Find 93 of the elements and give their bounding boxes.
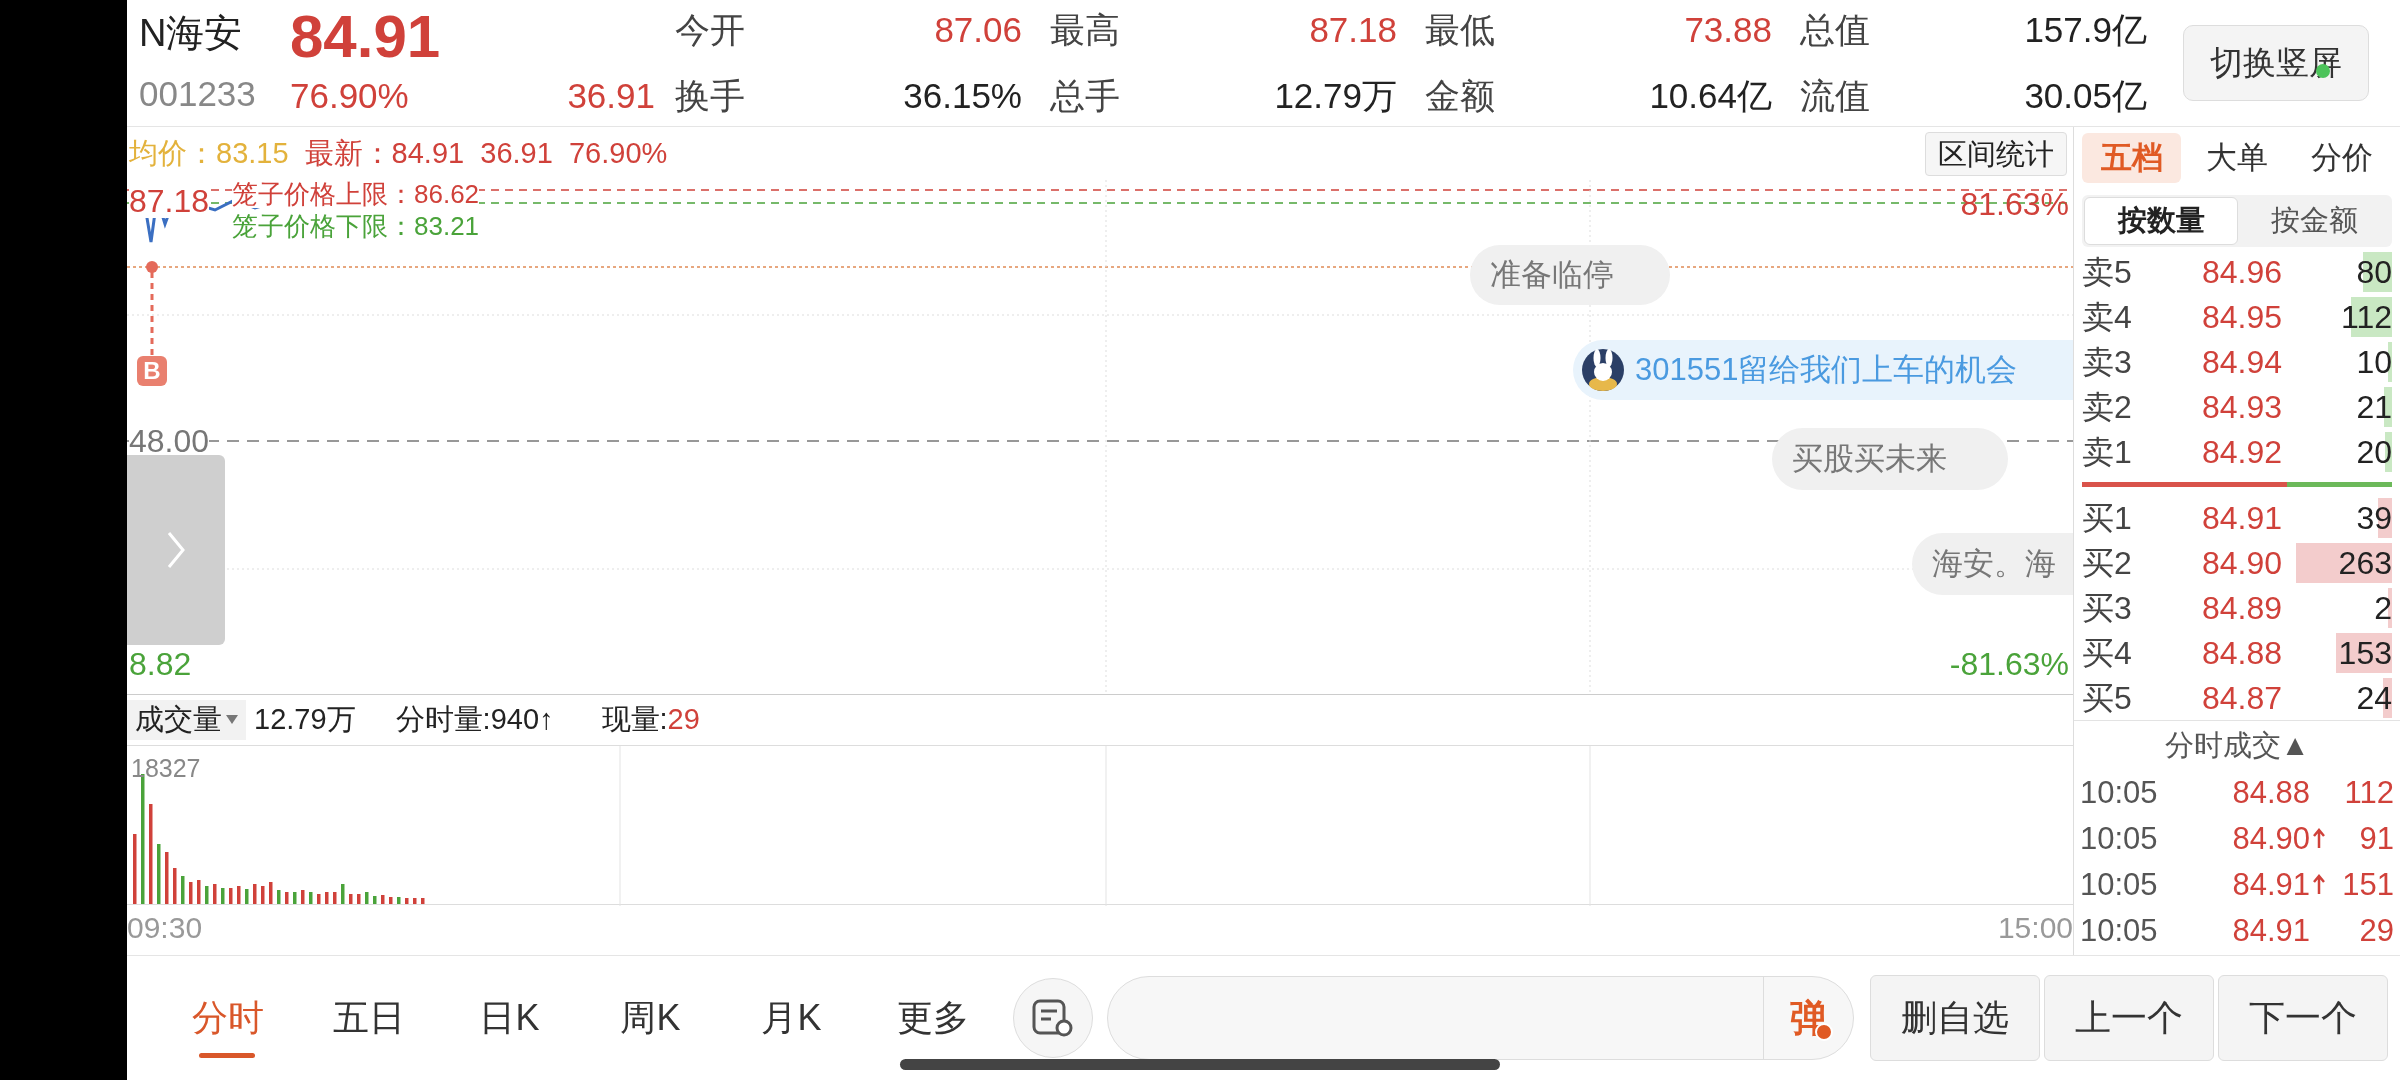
cage-lower-label: 笼子价格下限：83.21 (232, 210, 480, 243)
panel-subtab[interactable]: 按数量 (2084, 197, 2238, 245)
order-level-label: 买2 (2082, 543, 2133, 583)
trade-time: 10:05 (2080, 865, 2159, 904)
minute-volume: 分时量:940↑ (395, 702, 554, 738)
order-level-label: 卖4 (2082, 297, 2133, 337)
stat-label: 金额 (1424, 75, 1496, 117)
order-level-label: 卖3 (2082, 342, 2133, 382)
range-stats-button[interactable]: 区间统计 (1925, 131, 2067, 176)
current-price: 84.91 (290, 3, 442, 70)
order-price: 84.91 (2200, 498, 2282, 538)
comment-text: 准备临停 (1490, 255, 1614, 294)
chevron-right-icon (166, 530, 186, 570)
percent-axis-label: 81.63% (1960, 185, 2069, 224)
order-price: 84.95 (2200, 297, 2282, 337)
comment-text: 301551留给我们上车的机会 (1635, 350, 2018, 389)
stat-value: 36.15% (902, 75, 1023, 117)
trade-price: 84.88 (2231, 773, 2310, 812)
trade-quantity: 112 (2344, 773, 2394, 812)
trade-price: 84.91 (2231, 865, 2310, 904)
stock-name: N海安 (139, 11, 244, 57)
period-tab[interactable]: 周K (580, 978, 721, 1058)
trade-price: 84.90 (2231, 819, 2310, 858)
panel-tab[interactable]: 大单 (2187, 133, 2287, 183)
comment-text: 买股买未来 (1792, 439, 1947, 478)
order-price: 84.92 (2200, 432, 2282, 472)
comment-text: 海安。海 (1932, 544, 2056, 583)
order-price: 84.89 (2200, 588, 2282, 628)
stat-value: 157.9亿 (2023, 8, 2148, 51)
latest-price: 最新：84.91 36.91 76.90% (304, 135, 668, 171)
period-tab[interactable]: 更多 (862, 978, 1003, 1058)
order-price: 84.94 (2200, 342, 2282, 382)
nav-action-button[interactable]: 下一个 (2218, 975, 2388, 1061)
volume-total: 12.79万 (254, 702, 356, 738)
trade-quantity: 151 (2342, 865, 2394, 904)
nav-action-button[interactable]: 删自选 (1870, 975, 2040, 1061)
trade-price: 84.91 (2231, 911, 2310, 950)
time-axis-label: 09:30 (127, 910, 203, 946)
stat-value: 10.64亿 (1648, 75, 1773, 117)
order-level-label: 卖5 (2082, 252, 2133, 292)
trade-time: 10:05 (2080, 773, 2159, 812)
order-price: 84.96 (2200, 252, 2282, 292)
trade-quantity: 29 (2359, 911, 2394, 950)
order-price: 84.87 (2200, 678, 2282, 718)
price-axis-label: 87.18 (129, 184, 210, 218)
stat-label: 总值 (1799, 8, 1871, 51)
order-price: 84.90 (2200, 543, 2282, 583)
stat-label: 最低 (1424, 8, 1496, 51)
period-tab[interactable]: 月K (721, 978, 862, 1058)
cage-upper-label: 笼子价格上限：86.62 (232, 180, 480, 208)
stat-label: 总手 (1049, 75, 1121, 117)
order-price: 84.88 (2200, 633, 2282, 673)
volume-selector[interactable]: 成交量 (127, 700, 246, 740)
period-tab[interactable]: 日K (439, 978, 580, 1058)
trade-time: 10:05 (2080, 911, 2159, 950)
stat-label: 流值 (1799, 75, 1871, 117)
nav-action-button[interactable]: 上一个 (2044, 975, 2214, 1061)
avatar-icon (1581, 348, 1625, 392)
order-level-label: 买3 (2082, 588, 2133, 628)
stat-value: 12.79万 (1273, 75, 1398, 117)
order-level-label: 买5 (2082, 678, 2133, 718)
period-tab[interactable]: 五日 (298, 978, 439, 1058)
change-percent: 76.90% (290, 74, 409, 117)
period-tab[interactable]: 分时 (157, 978, 298, 1058)
stat-value: 73.88 (1683, 8, 1773, 51)
buy-marker: B (137, 356, 167, 386)
trade-quantity: 91 (2359, 819, 2394, 858)
order-level-label: 卖2 (2082, 387, 2133, 427)
order-level-label: 买4 (2082, 633, 2133, 673)
change-amount: 36.91 (567, 74, 655, 117)
order-level-label: 卖1 (2082, 432, 2133, 472)
trade-time: 10:05 (2080, 819, 2159, 858)
average-price: 均价：83.15 (129, 135, 289, 171)
volume-axis-label: 18327 (131, 753, 201, 784)
trades-title: 分时成交▲ (2164, 727, 2310, 763)
price-axis-label: 8.82 (129, 645, 192, 684)
stat-value: 30.05亿 (2023, 75, 2148, 117)
order-price: 84.93 (2200, 387, 2282, 427)
stat-label: 换手 (674, 75, 746, 117)
stock-code: 001233 (139, 73, 257, 116)
stat-value: 87.06 (933, 8, 1023, 51)
active-tab-indicator (199, 1053, 255, 1058)
panel-subtab[interactable]: 按金额 (2238, 197, 2390, 245)
time-axis-label: 15:00 (1997, 910, 2073, 946)
current-volume: 现量:29 (601, 702, 700, 738)
stat-label: 今开 (674, 8, 746, 51)
stat-label: 最高 (1049, 8, 1121, 51)
dropdown-icon (226, 715, 238, 725)
stat-value: 87.18 (1308, 8, 1398, 51)
panel-tab[interactable]: 分价 (2292, 133, 2392, 183)
note-settings-icon (1031, 998, 1075, 1038)
order-level-label: 买1 (2082, 498, 2133, 538)
percent-axis-label: -81.63% (1949, 645, 2069, 684)
